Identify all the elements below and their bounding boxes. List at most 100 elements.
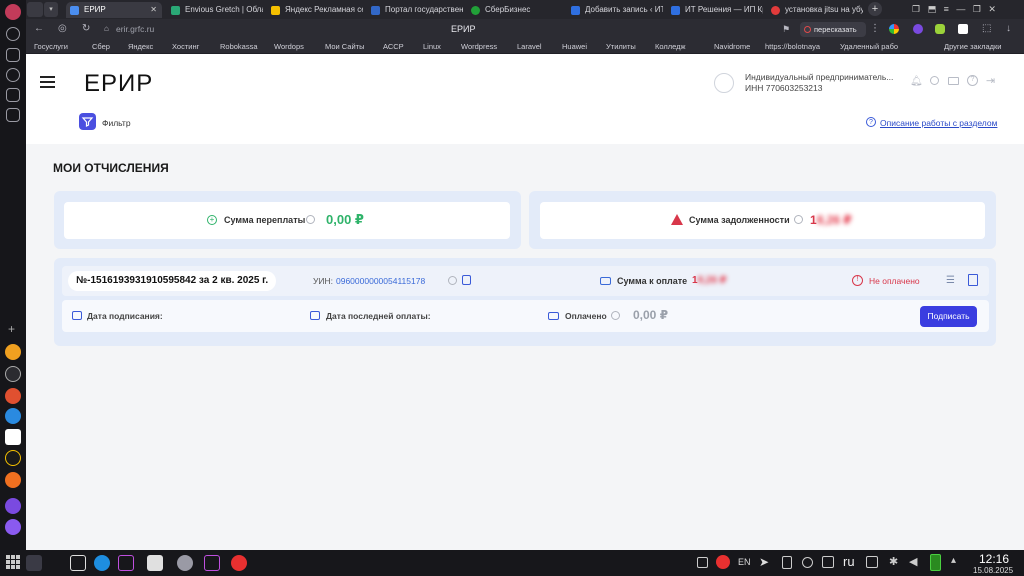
yandex-icon[interactable] [716,555,730,569]
close-tab-icon[interactable]: ✕ [150,2,157,18]
yandex-browser-icon[interactable] [231,555,247,571]
menu-icon[interactable] [40,76,55,88]
network-icon[interactable]: ▴ [951,555,956,566]
history-icon[interactable] [6,27,20,41]
extension-icon[interactable] [935,24,945,34]
clock-time[interactable]: 12:16 [979,552,1009,566]
tab-item[interactable]: Envious Gretch | Облач [167,2,263,18]
sidebar-app-icon[interactable] [5,519,21,535]
display-icon[interactable] [866,556,878,568]
chevron-down-icon[interactable]: ▾ [44,2,58,17]
site-info-icon[interactable]: ◎ [58,24,67,34]
clipboard-icon[interactable] [782,556,792,569]
bookmark-item[interactable]: Другие закладки [944,42,1001,52]
sidebar-app-icon[interactable] [5,366,21,382]
extension-icon[interactable] [958,24,968,34]
tab-item[interactable]: ИТ Решения — ИП Крас [667,2,763,18]
keyboard-layout[interactable]: EN [738,557,751,567]
notification-icon[interactable] [697,557,708,568]
copy-icon[interactable] [462,275,471,285]
list-icon[interactable]: ☰ [946,275,955,286]
info-icon[interactable] [794,215,803,224]
document-search-icon[interactable] [968,274,978,286]
app-launcher-icon[interactable] [5,554,21,570]
reload-icon[interactable]: ↻ [82,24,90,34]
filter-icon[interactable] [79,113,96,130]
extensions-icon[interactable]: ⬚ [982,24,991,34]
bookmark-item[interactable]: Navidrome [714,42,750,52]
sidebar-app-icon[interactable] [5,472,21,488]
sidebar-app-icon[interactable] [5,344,21,360]
volume-icon[interactable]: ◀ [909,555,917,568]
bookmark-item[interactable]: Сбер [92,42,110,52]
tab-erir[interactable]: ЕРИР ✕ [66,2,162,18]
sidebar-app-icon[interactable] [5,388,21,404]
battery-icon[interactable] [930,554,941,571]
info-icon[interactable] [611,311,620,320]
translate-button[interactable]: пересказать [800,22,866,37]
extension-icon[interactable] [889,24,899,34]
bookmark-item[interactable]: Удаленный рабо [840,42,898,52]
bookmark-item[interactable]: Яндекс [128,42,153,52]
info-icon[interactable] [306,215,315,224]
extension-icon[interactable] [913,24,923,34]
screenshot-icon[interactable] [6,108,20,122]
bookmark-item[interactable]: Linux [423,42,441,52]
browser-logo-icon[interactable] [5,4,21,20]
tab-groups-icon[interactable] [27,2,43,17]
ide-icon[interactable] [204,555,220,571]
tab-item[interactable]: СберБизнес [467,2,563,18]
app-icon[interactable] [147,555,163,571]
new-tab-button[interactable]: + [868,2,882,16]
telegram-icon[interactable]: ➤ [759,555,769,569]
sidebar-app-icon[interactable] [5,408,21,424]
bookmark-item[interactable]: Wordpress [461,42,497,52]
help-icon[interactable]: ? [967,75,978,86]
tab-item[interactable]: Добавить запись ‹ ИТ Р [567,2,663,18]
media-icon[interactable] [6,68,20,82]
bookmark-item[interactable]: Laravel [517,42,542,52]
bookmark-item[interactable]: Хостинг [172,42,199,52]
app-icon[interactable] [94,555,110,571]
bookmark-item[interactable]: Robokassa [220,42,258,52]
bookmark-item[interactable]: Госуслуги [34,42,68,52]
bluetooth-icon[interactable]: ✱ [889,555,898,568]
sidebar-app-icon[interactable] [5,498,21,514]
add-panel-icon[interactable]: + [8,322,15,336]
back-icon[interactable]: ← [34,24,44,34]
bookmark-item[interactable]: https://bolotnaya [765,42,820,52]
desktop-pager-icon[interactable] [26,555,42,571]
tab-item[interactable]: Портал государственн [367,2,463,18]
update-icon[interactable] [802,557,813,568]
bookmark-item[interactable]: АССР [383,42,404,52]
downloads-icon[interactable] [6,48,20,62]
site-logo[interactable]: ЕРИР [84,70,153,98]
ide-icon[interactable] [118,555,134,571]
sidebar-app-icon[interactable] [5,450,21,466]
bell-icon[interactable]: 🔔︎ [910,76,923,87]
idea-icon[interactable] [930,76,939,85]
clock-date[interactable]: 15.08.2025 [973,566,1013,575]
bookmark-item[interactable]: Huawei [562,42,587,52]
notes-icon[interactable] [6,88,20,102]
download-icon[interactable]: ↓ [1006,24,1011,34]
help-link[interactable]: Описание работы с разделом [880,118,997,128]
input-language[interactable]: ru [843,554,855,569]
tab-item[interactable]: Яндекс Рекламная сет [267,2,363,18]
uin-value[interactable]: 0960000000054115178 [336,276,425,286]
terminal-icon[interactable] [70,555,86,571]
mail-icon[interactable] [948,77,959,85]
monitor-icon[interactable] [822,556,834,568]
url-field[interactable]: erir.grfc.ru [116,24,154,34]
bookmark-item[interactable]: Колледж [655,42,686,52]
window-controls[interactable]: ❐ ⬒ ≡ — ❐ ✕ [912,4,996,15]
sign-button[interactable]: Подписать [920,306,977,327]
bookmark-icon[interactable]: ⚑ [782,24,790,34]
filter-label[interactable]: Фильтр [102,118,131,128]
bookmark-item[interactable]: Утилиты [606,42,636,52]
bookmark-item[interactable]: Wordops [274,42,304,52]
logout-icon[interactable]: ⇥ [986,74,995,87]
info-icon[interactable] [448,276,457,285]
bookmark-item[interactable]: Мои Сайты [325,42,364,52]
tab-item[interactable]: установка jitsu на убун [767,2,863,18]
